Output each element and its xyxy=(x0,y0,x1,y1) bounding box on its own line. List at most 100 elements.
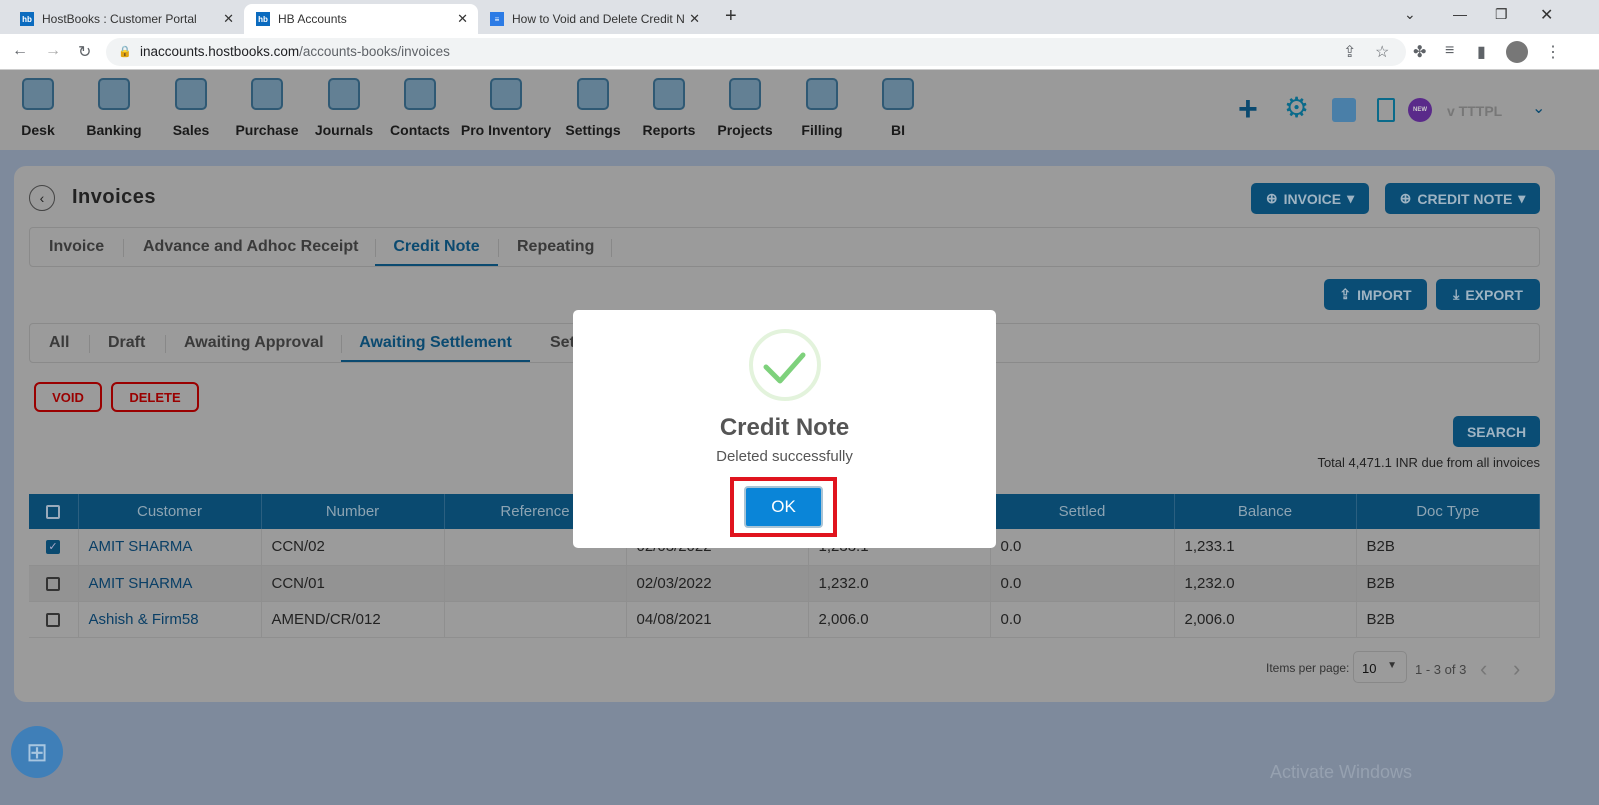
profile-avatar[interactable] xyxy=(1506,41,1528,63)
extensions-icon[interactable]: ✤ xyxy=(1413,42,1426,62)
customer-link[interactable]: AMIT SHARMA xyxy=(78,529,262,566)
next-page-icon[interactable]: › xyxy=(1513,656,1520,682)
search-button[interactable]: SEARCH xyxy=(1453,416,1540,447)
minimize-icon[interactable]: — xyxy=(1453,6,1467,22)
restore-icon[interactable]: ❐ xyxy=(1495,6,1508,23)
media-icon[interactable]: ≡ xyxy=(1445,42,1454,60)
tab-credit-note[interactable]: Credit Note xyxy=(375,228,498,266)
nav-settings[interactable]: Settings xyxy=(553,78,633,138)
nav-sales[interactable]: Sales xyxy=(151,78,231,138)
row-checkbox[interactable] xyxy=(46,576,60,591)
close-tab-icon[interactable]: ✕ xyxy=(457,11,468,27)
calculator-icon[interactable] xyxy=(1332,98,1356,122)
row-checkbox[interactable]: ✓ xyxy=(46,540,60,555)
delete-button[interactable]: DELETE xyxy=(111,382,199,412)
nav-journals[interactable]: Journals xyxy=(304,78,384,138)
download-icon: ⤓ xyxy=(1453,286,1460,302)
close-window-icon[interactable]: ✕ xyxy=(1540,5,1553,25)
nav-projects[interactable]: Projects xyxy=(705,78,785,138)
activate-windows-watermark: Activate Windows xyxy=(1270,762,1413,782)
grid-icon: ⊞ xyxy=(26,736,48,767)
nav-contacts[interactable]: Contacts xyxy=(380,78,460,138)
plus-circle-icon: ⊕ xyxy=(1265,190,1278,206)
number-cell: AMEND/CR/012 xyxy=(261,601,445,638)
browser-tab-hb-accounts[interactable]: hb HB Accounts ✕ xyxy=(244,4,478,34)
col-balance[interactable]: Balance xyxy=(1174,494,1357,529)
settled-cell: 0.0 xyxy=(990,529,1175,566)
back-button[interactable]: ‹ xyxy=(29,185,55,211)
import-button[interactable]: ⇪ IMPORT xyxy=(1324,279,1427,310)
close-tab-icon[interactable]: ✕ xyxy=(223,11,234,27)
doc-favicon-icon: ≡ xyxy=(490,12,504,26)
total-due-text: Total 4,471.1 INR due from all invoices xyxy=(1317,455,1540,470)
new-tab-icon[interactable]: + xyxy=(725,5,737,28)
nav-pro-inventory[interactable]: Pro Inventory xyxy=(456,78,556,138)
nav-banking[interactable]: Banking xyxy=(74,78,154,138)
void-button[interactable]: VOID xyxy=(34,382,102,412)
tab-repeating[interactable]: Repeating xyxy=(517,228,594,266)
add-icon[interactable]: + xyxy=(1238,92,1258,126)
caret-down-icon: ▾ xyxy=(1518,190,1526,206)
table-row[interactable]: AMIT SHARMA CCN/01 02/03/2022 1,232.0 0.… xyxy=(29,565,1540,602)
status-tab-draft[interactable]: Draft xyxy=(108,324,145,362)
customer-link[interactable]: AMIT SHARMA xyxy=(78,565,262,602)
tab-search-icon[interactable]: ⌄ xyxy=(1404,6,1416,23)
new-badge-icon[interactable]: NEW xyxy=(1408,98,1432,122)
nav-purchase[interactable]: Purchase xyxy=(227,78,307,138)
export-button[interactable]: ⤓ EXPORT xyxy=(1436,279,1540,310)
items-per-page-select[interactable]: 10 ▼ xyxy=(1353,651,1407,683)
doc-type-cell: B2B xyxy=(1356,529,1540,566)
settled-cell: 0.0 xyxy=(990,565,1175,602)
close-tab-icon[interactable]: ✕ xyxy=(689,11,700,27)
nav-filling[interactable]: Filling xyxy=(782,78,862,138)
reference-cell xyxy=(444,565,627,602)
forward-icon[interactable]: → xyxy=(45,42,61,60)
tab-invoice[interactable]: Invoice xyxy=(49,228,104,266)
col-doc-type[interactable]: Doc Type xyxy=(1356,494,1540,529)
new-invoice-button[interactable]: ⊕ INVOICE ▾ xyxy=(1251,183,1369,214)
menu-icon[interactable]: ⋮ xyxy=(1545,42,1561,62)
success-dialog: Credit Note Deleted successfully OK xyxy=(573,310,996,548)
date-cell: 02/03/2022 xyxy=(626,565,809,602)
reports-icon xyxy=(653,78,685,110)
sales-icon xyxy=(175,78,207,110)
col-number[interactable]: Number xyxy=(261,494,445,529)
chevron-down-icon[interactable]: ⌄ xyxy=(1532,98,1545,118)
nav-desk[interactable]: Desk xyxy=(0,78,78,138)
url-input[interactable]: 🔒 inaccounts.hostbooks.com/accounts-books… xyxy=(106,38,1406,66)
ok-button[interactable]: OK xyxy=(744,486,823,528)
tab-advance-adhoc-receipt[interactable]: Advance and Adhoc Receipt xyxy=(143,228,358,266)
status-tab-all[interactable]: All xyxy=(49,324,69,362)
caret-down-icon: ▾ xyxy=(1347,190,1355,206)
browser-tab-customer-portal[interactable]: hb HostBooks : Customer Portal ✕ xyxy=(8,4,244,34)
col-settled[interactable]: Settled xyxy=(990,494,1175,529)
row-select-cell xyxy=(29,565,79,602)
browser-tab-how-to-void[interactable]: ≡ How to Void and Delete Credit N ✕ xyxy=(478,4,710,34)
nav-reports[interactable]: Reports xyxy=(629,78,709,138)
gear-icon[interactable]: ⚙ xyxy=(1284,94,1309,122)
row-checkbox[interactable] xyxy=(46,612,60,627)
back-icon[interactable]: ← xyxy=(12,42,28,60)
amount-cell: 1,232.0 xyxy=(808,565,991,602)
apps-grid-button[interactable]: ⊞ xyxy=(11,726,63,778)
nav-bi[interactable]: BI xyxy=(858,78,938,138)
document-icon[interactable] xyxy=(1377,98,1395,122)
settings-tools-icon xyxy=(577,78,609,110)
table-row[interactable]: Ashish & Firm58 AMEND/CR/012 04/08/2021 … xyxy=(29,601,1540,638)
select-all-checkbox[interactable] xyxy=(46,505,61,520)
filling-icon xyxy=(806,78,838,110)
share-icon[interactable]: ⇪ xyxy=(1343,42,1356,62)
status-tab-awaiting-approval[interactable]: Awaiting Approval xyxy=(184,324,324,362)
customer-link[interactable]: Ashish & Firm58 xyxy=(78,601,262,638)
bookmark-star-icon[interactable]: ☆ xyxy=(1375,42,1389,62)
date-cell: 04/08/2021 xyxy=(626,601,809,638)
page-title: Invoices xyxy=(72,186,157,208)
prev-page-icon[interactable]: ‹ xyxy=(1480,656,1487,682)
reload-icon[interactable]: ↻ xyxy=(78,42,91,62)
company-name[interactable]: v TTTPL xyxy=(1447,103,1502,119)
status-tab-awaiting-settlement[interactable]: Awaiting Settlement xyxy=(341,324,530,362)
divider xyxy=(165,335,166,353)
col-customer[interactable]: Customer xyxy=(78,494,262,529)
new-credit-note-button[interactable]: ⊕ CREDIT NOTE ▾ xyxy=(1385,183,1540,214)
side-panel-icon[interactable]: ▮ xyxy=(1477,42,1486,62)
